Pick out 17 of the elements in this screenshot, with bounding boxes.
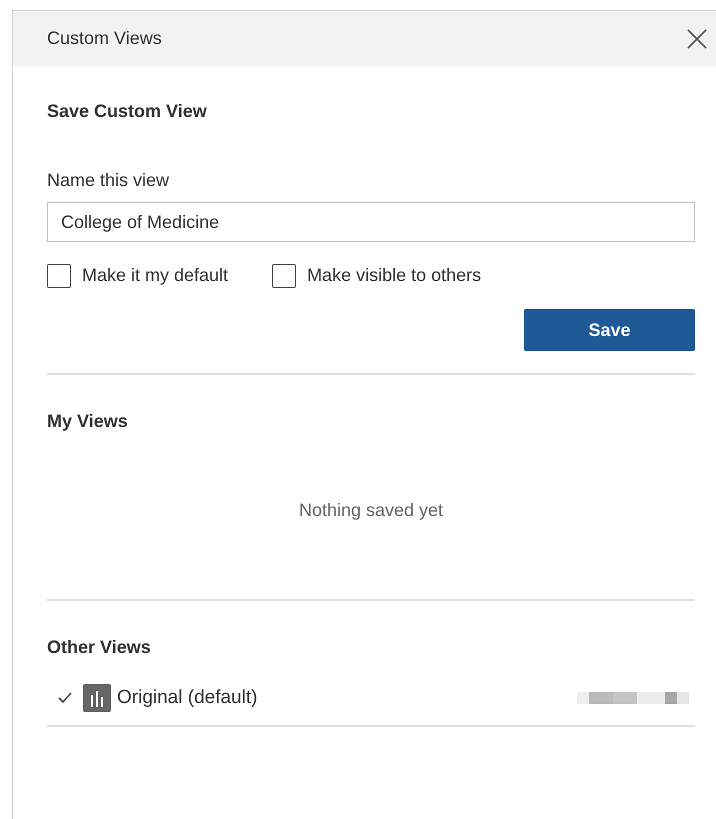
checkbox-label: Make visible to others [307,264,482,287]
checkbox[interactable] [47,264,71,288]
save-button[interactable]: Save [524,309,695,351]
name-field[interactable]: College of Medicine [47,202,695,242]
section-heading: Save Custom View [47,100,208,123]
section-heading: My Views [47,410,129,433]
check-icon [57,690,73,706]
view-name: Original (default) [117,686,258,710]
bar-chart-icon [83,684,111,712]
checkbox-label: Make it my default [82,264,228,287]
close-icon[interactable] [686,28,708,50]
empty-message: Nothing saved yet [298,498,444,522]
view-list-item[interactable]: Original (default) [47,671,695,727]
checkbox[interactable] [272,264,296,288]
window-title: Custom Views [47,27,162,50]
section-heading: Other Views [47,636,152,659]
field-label: Name this view [47,169,170,192]
